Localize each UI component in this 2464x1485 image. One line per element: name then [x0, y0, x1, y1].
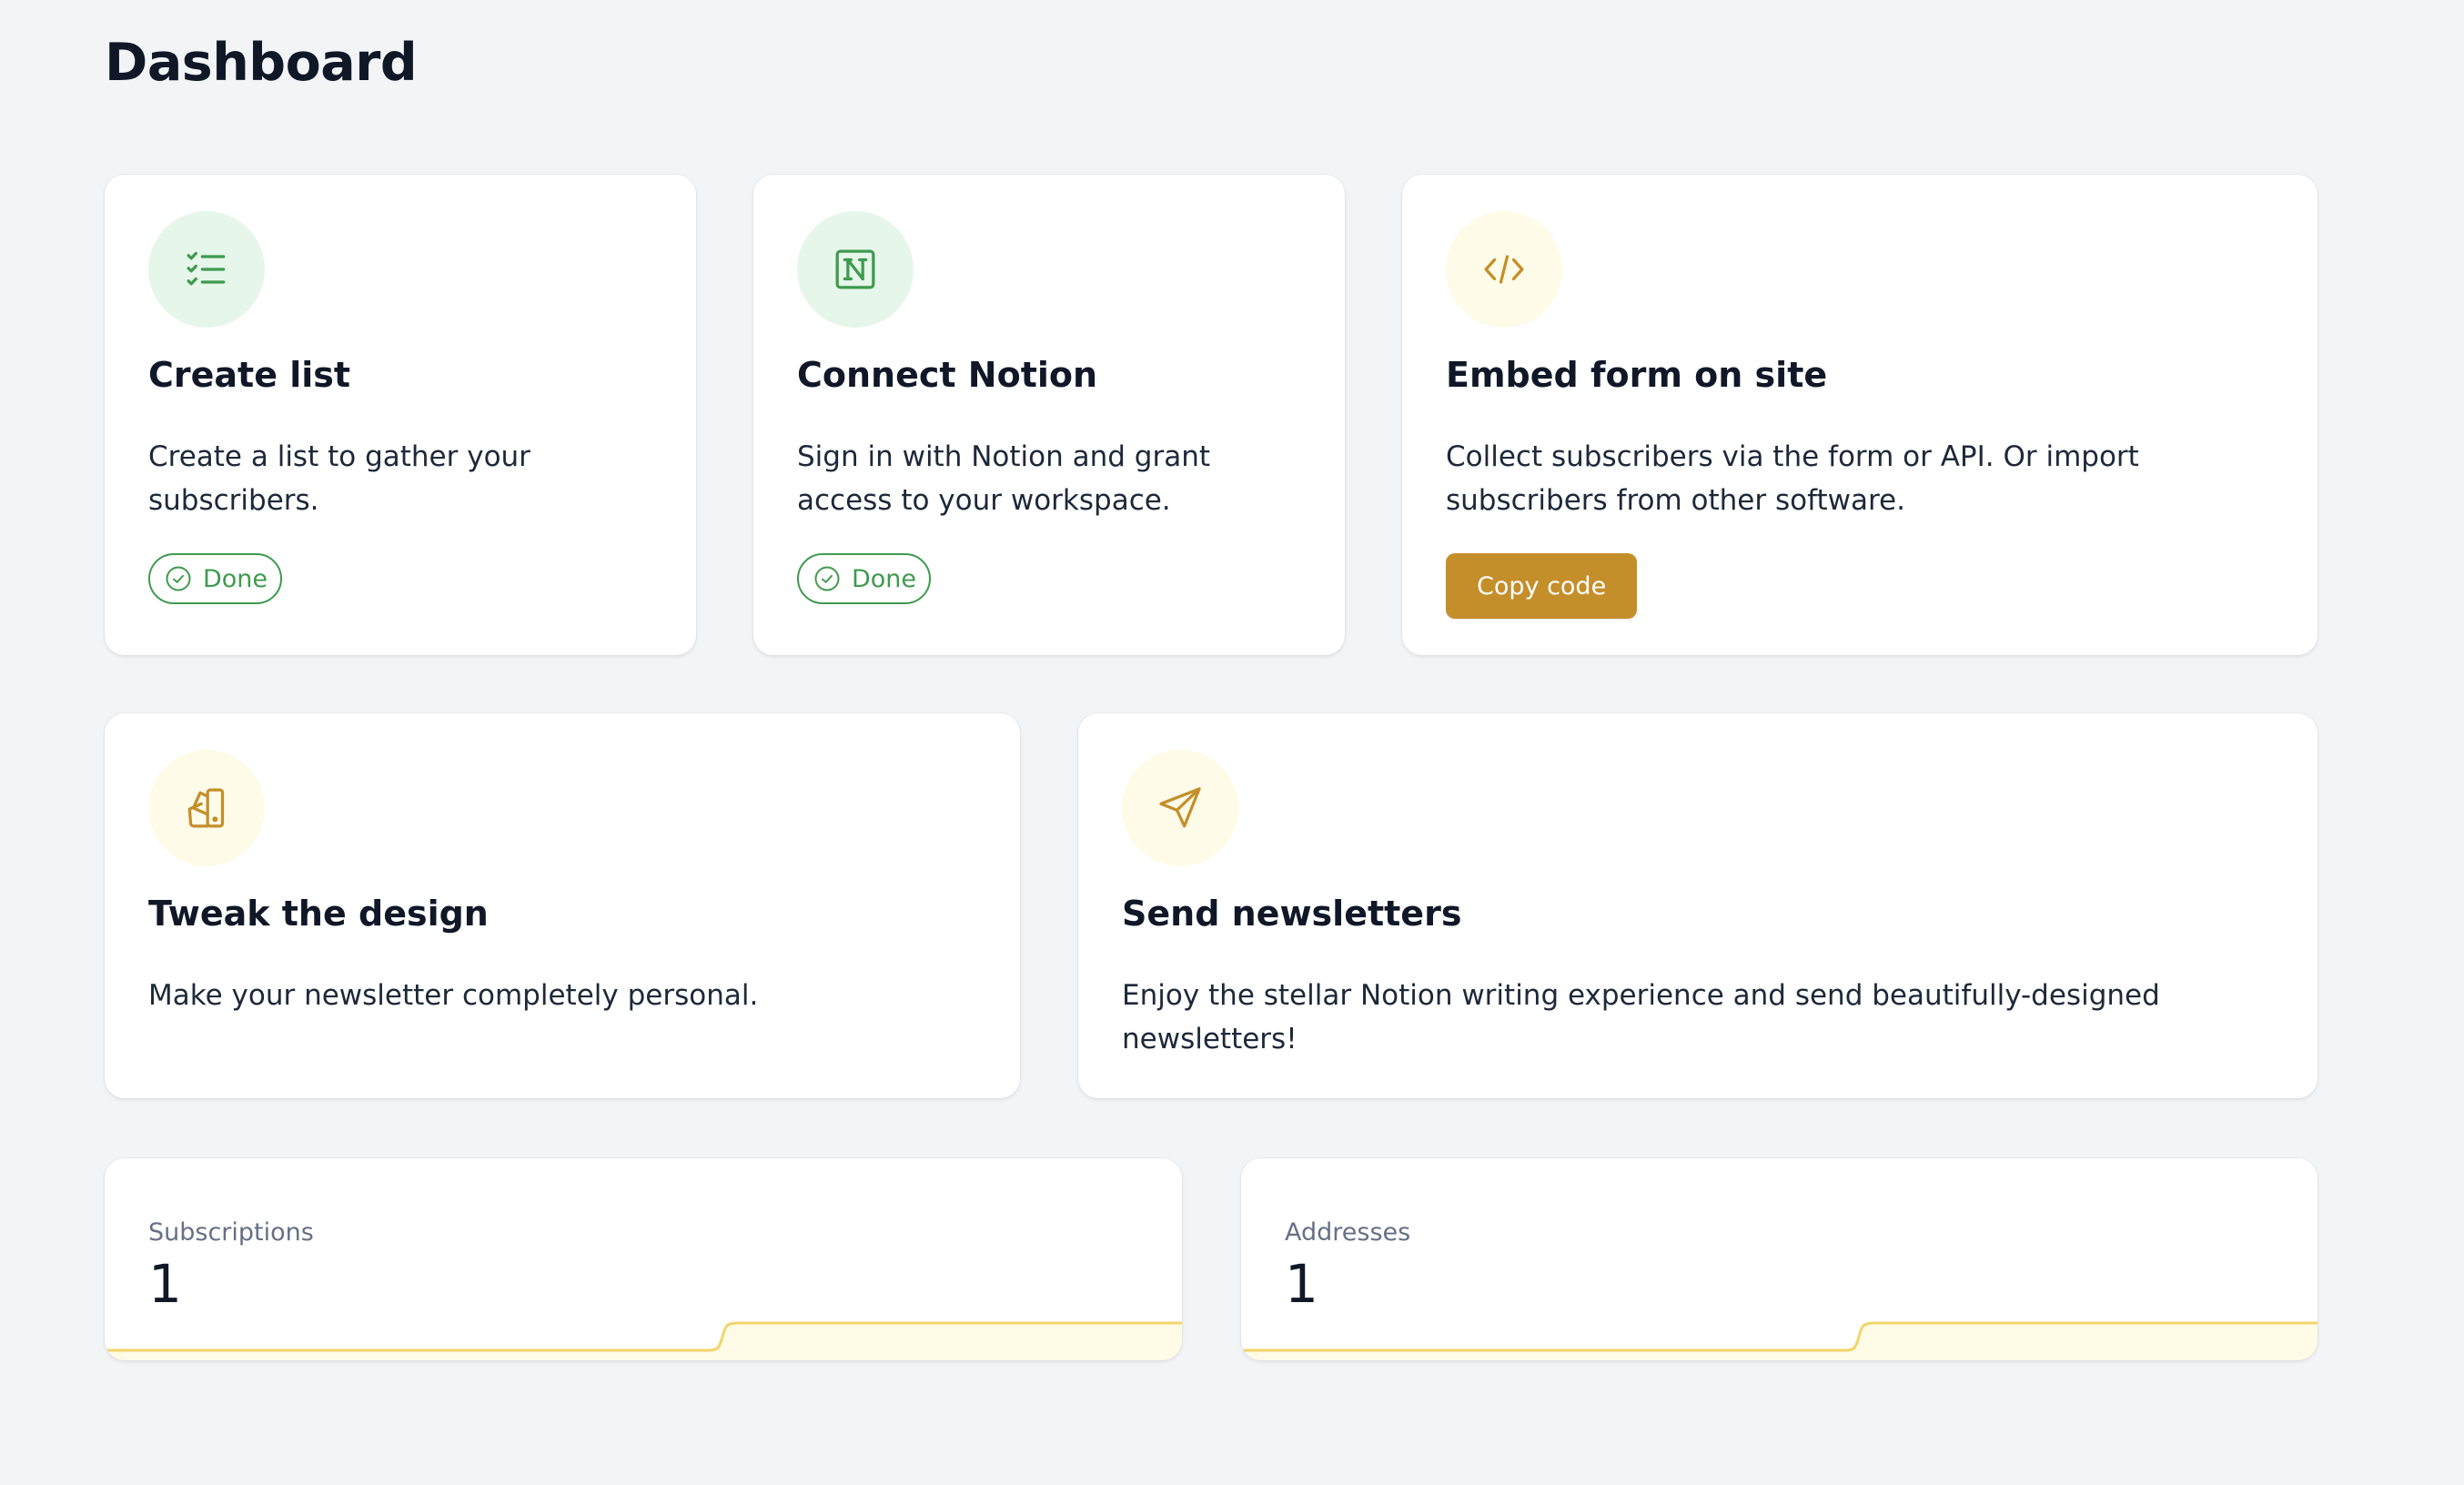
card-title: Create list [148, 355, 351, 395]
card-description: Make your newsletter completely personal… [148, 979, 759, 1012]
page-title: Dashboard [105, 33, 418, 93]
card-title: Tweak the design [148, 894, 489, 934]
card-title: Embed form on site [1446, 355, 1828, 395]
stat-label: Subscriptions [148, 1218, 314, 1247]
card-embed-form: Embed form on site Collect subscribers v… [1402, 175, 2318, 655]
copy-code-button[interactable]: Copy code [1446, 553, 1638, 619]
card-create-list: Create list Create a list to gather your… [105, 175, 696, 655]
done-badge: Done [797, 553, 932, 604]
card-send-newsletters: Send newsletters Enjoy the stellar Notio… [1078, 713, 2318, 1098]
done-badge-label: Done [203, 564, 268, 593]
card-tweak-design: Tweak the design Make your newsletter co… [105, 713, 1020, 1098]
card-title: Connect Notion [797, 355, 1098, 395]
card-description: Enjoy the stellar Notion writing experie… [1122, 979, 2160, 1056]
stat-card-subscriptions: Subscriptions 1 [105, 1158, 1182, 1360]
card-description: Sign in with Notion and grant access to … [797, 440, 1210, 517]
stat-label: Addresses [1285, 1218, 1411, 1247]
card-connect-notion: Connect Notion Sign in with Notion and g… [753, 175, 1345, 655]
checklist-icon [148, 211, 265, 328]
notion-logo-icon [797, 211, 914, 328]
done-badge: Done [148, 553, 283, 604]
sparkline-chart [105, 1321, 1182, 1360]
code-icon [1446, 211, 1562, 328]
card-description: Collect subscribers via the form or API.… [1446, 440, 2139, 517]
done-badge-label: Done [852, 564, 917, 593]
stat-card-addresses: Addresses 1 [1241, 1158, 2318, 1360]
card-description: Create a list to gather your subscribers… [148, 440, 530, 517]
card-title: Send newsletters [1122, 894, 1462, 934]
paper-plane-icon [1122, 750, 1238, 866]
swatches-icon [148, 750, 265, 866]
sparkline-chart [1241, 1321, 2318, 1360]
check-circle-icon [814, 566, 840, 591]
check-circle-icon [166, 566, 191, 591]
